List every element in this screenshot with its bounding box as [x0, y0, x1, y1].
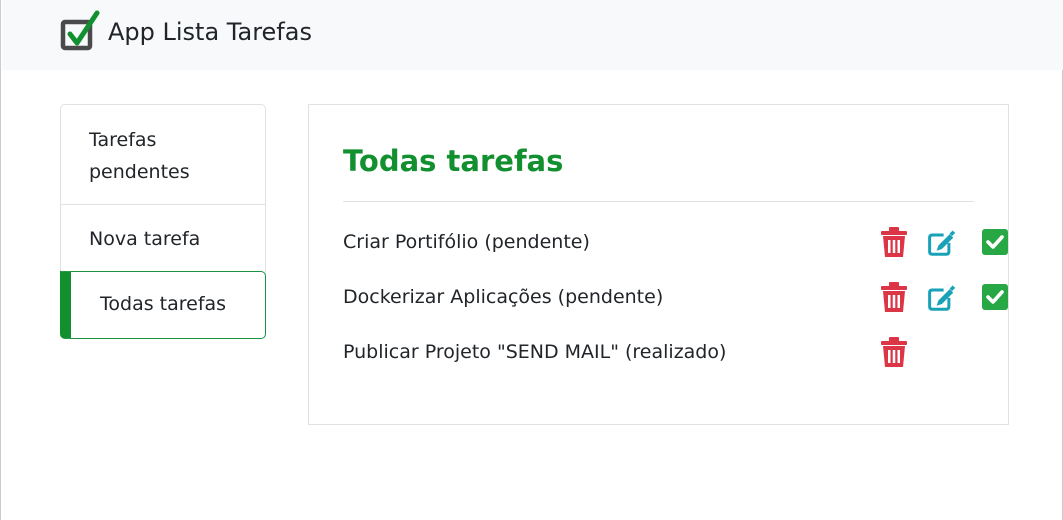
tasks-card: Todas tarefas Criar Portifólio (pendente…: [308, 104, 1009, 425]
task-text: Publicar Projeto "SEND MAIL" (realizado): [343, 341, 727, 363]
task-row: Criar Portifólio (pendente): [343, 227, 1008, 259]
edit-icon[interactable]: [927, 282, 955, 312]
task-row: Dockerizar Aplicações (pendente): [343, 282, 1008, 314]
browser-frame: App Lista Tarefas Tarefas pendentes Nova…: [0, 0, 1063, 520]
brand[interactable]: App Lista Tarefas: [60, 10, 312, 54]
sidebar: Tarefas pendentes Nova tarefa Todas tare…: [60, 104, 266, 339]
checklist-logo-icon: [60, 10, 100, 51]
check-icon[interactable]: [981, 282, 1009, 312]
divider: [343, 201, 974, 202]
task-text: Criar Portifólio (pendente): [343, 231, 590, 253]
navbar: App Lista Tarefas: [2, 0, 1063, 70]
sidebar-item-todas-tarefas[interactable]: Todas tarefas: [60, 271, 266, 339]
trash-icon[interactable]: [880, 227, 908, 257]
edit-icon[interactable]: [927, 227, 955, 257]
check-icon[interactable]: [981, 227, 1009, 257]
app-title: App Lista Tarefas: [108, 18, 312, 46]
task-text: Dockerizar Aplicações (pendente): [343, 286, 664, 308]
trash-icon[interactable]: [880, 282, 908, 312]
sidebar-item-tarefas-pendentes[interactable]: Tarefas pendentes: [61, 105, 265, 204]
sidebar-item-nova-tarefa[interactable]: Nova tarefa: [61, 204, 265, 271]
task-row: Publicar Projeto "SEND MAIL" (realizado): [343, 337, 974, 369]
trash-icon[interactable]: [880, 337, 908, 367]
page-title: Todas tarefas: [343, 144, 564, 178]
